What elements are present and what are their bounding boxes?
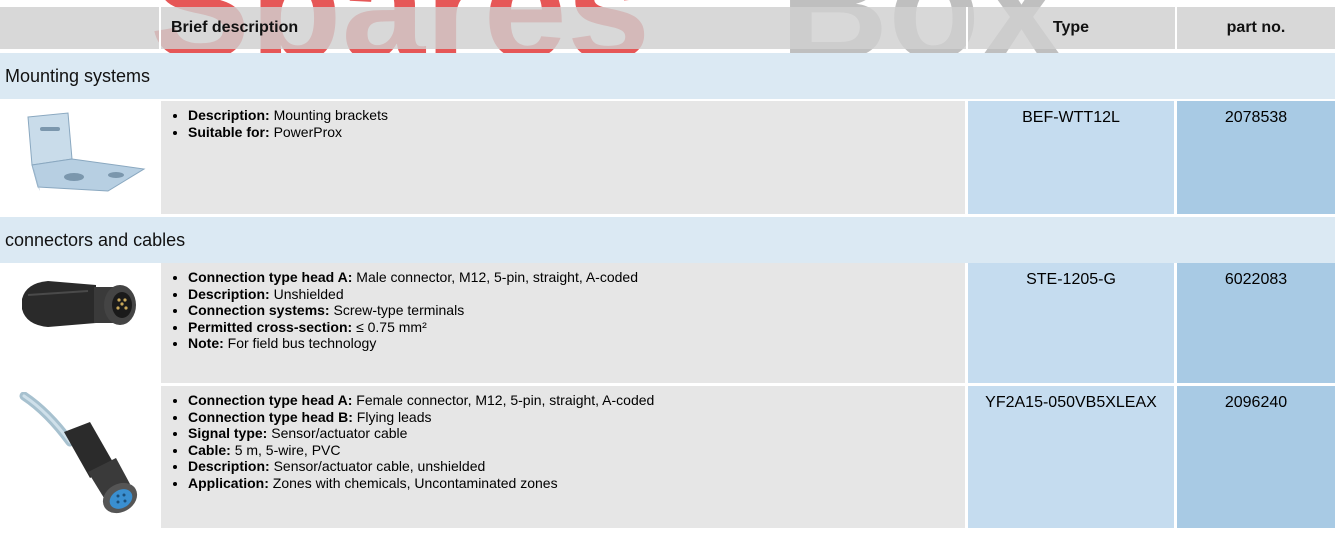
list-item: Description: Sensor/actuator cable, unsh… bbox=[188, 458, 965, 475]
description-cell: Connection type head A: Female connector… bbox=[161, 386, 965, 528]
list-item: Description: Mounting brackets bbox=[188, 107, 965, 124]
feature-key: Connection type head B: bbox=[188, 408, 353, 425]
list-item: Description: Unshielded bbox=[188, 286, 965, 303]
product-image-cell bbox=[0, 386, 158, 528]
product-image-cell bbox=[0, 263, 158, 383]
feature-value: Sensor/actuator cable bbox=[271, 425, 408, 442]
list-item: Application: Zones with chemicals, Uncon… bbox=[188, 475, 965, 492]
table-row: Connection type head A: Female connector… bbox=[0, 386, 1335, 528]
table-row: Description: Mounting brackets Suitable … bbox=[0, 101, 1335, 214]
table-header: Brief description Type part no. bbox=[0, 7, 1335, 49]
section-title: Mounting systems bbox=[5, 66, 151, 86]
list-item: Connection systems: Screw-type terminals bbox=[188, 302, 965, 319]
part-no-cell: 6022083 bbox=[1177, 263, 1335, 383]
feature-key: Signal type: bbox=[188, 425, 268, 442]
feature-value: Sensor/actuator cable, unshielded bbox=[273, 458, 486, 475]
section-title: connectors and cables bbox=[5, 230, 186, 250]
feature-value: ≤ 0.75 mm² bbox=[356, 318, 427, 335]
feature-key: Application: bbox=[188, 474, 269, 491]
header-part-no: part no. bbox=[1226, 19, 1286, 36]
list-item: Suitable for: PowerProx bbox=[188, 124, 965, 141]
mounting-bracket-image bbox=[27, 112, 146, 192]
part-no-cell: 2078538 bbox=[1177, 101, 1335, 214]
male-connector-image bbox=[22, 281, 136, 327]
table-row: Connection type head A: Male connector, … bbox=[0, 263, 1335, 383]
section-heading-mounting-systems: Mounting systems bbox=[0, 53, 1335, 99]
header-divider bbox=[159, 7, 161, 49]
type-cell: YF2A15-050VB5XLEAX bbox=[968, 386, 1174, 528]
feature-value: Unshielded bbox=[273, 285, 344, 302]
header-type: Type bbox=[1052, 19, 1090, 36]
feature-key: Description: bbox=[188, 458, 270, 475]
feature-key: Suitable for: bbox=[188, 123, 270, 140]
type-cell: BEF-WTT12L bbox=[968, 101, 1174, 214]
type-cell: STE-1205-G bbox=[968, 263, 1174, 383]
feature-value: Mounting brackets bbox=[273, 107, 388, 123]
feature-key: Cable: bbox=[188, 441, 231, 458]
list-item: Note: For field bus technology bbox=[188, 335, 965, 352]
list-item: Signal type: Sensor/actuator cable bbox=[188, 425, 965, 442]
feature-key: Permitted cross-section: bbox=[188, 318, 353, 335]
feature-list: Connection type head A: Male connector, … bbox=[161, 263, 965, 352]
female-cable-image bbox=[19, 392, 138, 514]
feature-key: Description: bbox=[188, 107, 270, 123]
feature-key: Description: bbox=[188, 285, 270, 302]
header-brief-description: Brief description bbox=[171, 19, 299, 36]
feature-key: Connection systems: bbox=[188, 302, 330, 319]
description-cell: Description: Mounting brackets Suitable … bbox=[161, 101, 965, 214]
section-heading-connectors-and-cables: connectors and cables bbox=[0, 217, 1335, 263]
list-item: Cable: 5 m, 5-wire, PVC bbox=[188, 442, 965, 459]
feature-key: Note: bbox=[188, 335, 224, 352]
list-item: Permitted cross-section: ≤ 0.75 mm² bbox=[188, 319, 965, 336]
product-image-cell bbox=[0, 101, 158, 214]
part-no-cell: 2096240 bbox=[1177, 386, 1335, 528]
feature-key: Connection type head A: bbox=[188, 269, 353, 285]
feature-list: Connection type head A: Female connector… bbox=[161, 386, 965, 492]
feature-value: Screw-type terminals bbox=[333, 302, 465, 319]
feature-value: For field bus technology bbox=[227, 335, 377, 352]
feature-value: Flying leads bbox=[356, 408, 432, 425]
feature-value: 5 m, 5-wire, PVC bbox=[234, 441, 341, 458]
list-item: Connection type head A: Female connector… bbox=[188, 392, 965, 409]
list-item: Connection type head A: Male connector, … bbox=[188, 269, 965, 286]
feature-value: PowerProx bbox=[273, 123, 343, 140]
feature-value: Male connector, M12, 5-pin, straight, A-… bbox=[356, 269, 638, 285]
description-cell: Connection type head A: Male connector, … bbox=[161, 263, 965, 383]
feature-value: Female connector, M12, 5-pin, straight, … bbox=[356, 392, 655, 408]
feature-value: Zones with chemicals, Uncontaminated zon… bbox=[272, 474, 558, 491]
feature-list: Description: Mounting brackets Suitable … bbox=[161, 101, 965, 140]
feature-key: Connection type head A: bbox=[188, 392, 353, 408]
list-item: Connection type head B: Flying leads bbox=[188, 409, 965, 426]
